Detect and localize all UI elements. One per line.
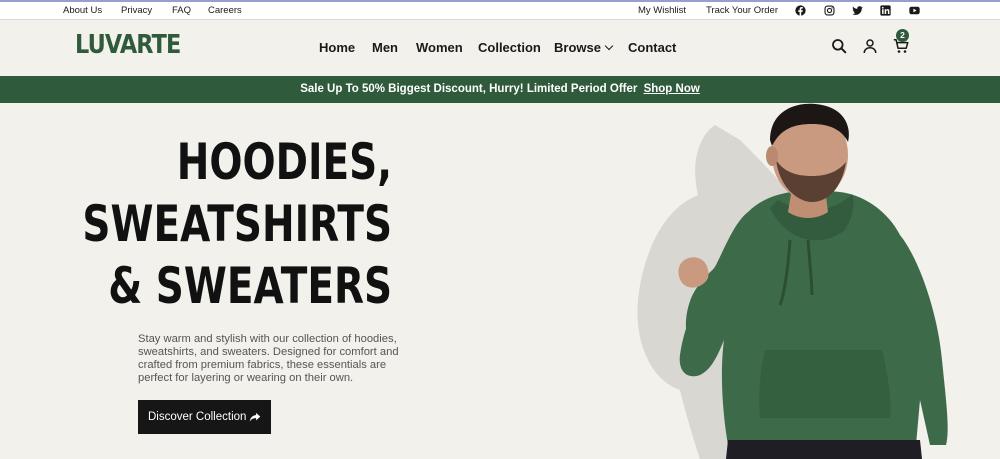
topbar-link-about-us[interactable]: About Us [63, 5, 102, 16]
top-utility-bar: About Us Privacy FAQ Careers My Wishlist… [0, 0, 1000, 20]
nav-browse[interactable]: Browse [554, 40, 614, 55]
shop-now-link[interactable]: Shop Now [644, 83, 700, 95]
sale-banner-text: Sale Up To 50% Biggest Discount, Hurry! … [300, 83, 638, 95]
discover-collection-button[interactable]: Discover Collection [138, 400, 271, 434]
hero-title-line: HOODIES, [176, 133, 392, 191]
hero-title: HOODIES, SWEATSHIRTS & SWEATERS [82, 131, 392, 317]
twitter-icon[interactable] [852, 5, 863, 16]
nav-home[interactable]: Home [319, 40, 355, 55]
linkedin-icon[interactable] [880, 5, 891, 16]
main-header: LUVARTE Home Men Women Collection Browse… [0, 20, 1000, 76]
hero-title-line: & SWEATERS [108, 257, 392, 315]
hero-model-image [620, 100, 1000, 459]
topbar-link-wishlist[interactable]: My Wishlist [638, 5, 686, 16]
user-icon[interactable] [862, 38, 878, 54]
instagram-icon[interactable] [824, 5, 835, 16]
youtube-icon[interactable] [909, 5, 920, 16]
chevron-down-icon [604, 41, 614, 51]
nav-browse-label: Browse [554, 40, 601, 55]
topbar-link-track-order[interactable]: Track Your Order [706, 5, 778, 16]
topbar-link-faq[interactable]: FAQ [172, 5, 191, 16]
nav-collection[interactable]: Collection [478, 40, 541, 55]
brand-logo[interactable]: LUVARTE [75, 30, 181, 60]
nav-women[interactable]: Women [416, 40, 463, 55]
discover-collection-label: Discover Collection [148, 411, 247, 423]
hero-title-line: SWEATSHIRTS [82, 195, 392, 253]
topbar-link-privacy[interactable]: Privacy [121, 5, 152, 16]
share-arrow-icon [249, 412, 261, 422]
topbar-link-careers[interactable]: Careers [208, 5, 242, 16]
hero-description: Stay warm and stylish with our collectio… [138, 333, 399, 384]
cart-count-badge: 2 [896, 29, 909, 42]
sale-banner: Sale Up To 50% Biggest Discount, Hurry! … [0, 76, 1000, 103]
nav-men[interactable]: Men [372, 40, 398, 55]
facebook-icon[interactable] [795, 5, 806, 16]
nav-contact[interactable]: Contact [628, 40, 676, 55]
search-icon[interactable] [831, 38, 847, 54]
